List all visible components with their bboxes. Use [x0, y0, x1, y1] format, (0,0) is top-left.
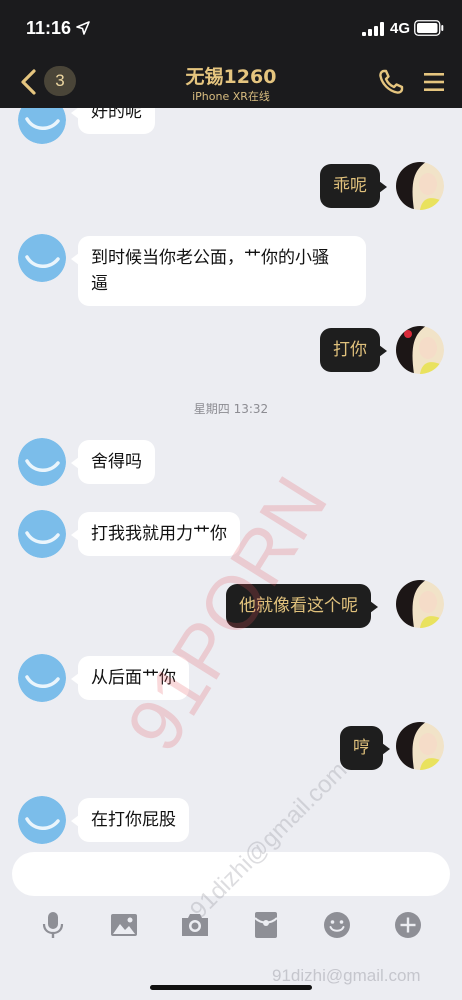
message-bubble[interactable]: 打我我就用力艹你 — [71, 512, 240, 556]
user-avatar[interactable] — [396, 722, 444, 770]
timestamp-divider: 星期四 13:32 — [193, 402, 269, 416]
nav-bar: 3 无锡1260 iPhone XR在线 — [0, 56, 462, 108]
message-input[interactable] — [12, 852, 450, 896]
chat-subtitle: iPhone XR在线 — [192, 90, 270, 103]
top-bar: 11:16 4G 3 无锡1260 iPhone XR在线 — [0, 0, 462, 108]
unread-badge: 3 — [44, 66, 76, 96]
emoji-icon[interactable] — [322, 910, 352, 940]
input-toolbar — [0, 906, 462, 950]
back-button[interactable]: 3 — [14, 64, 82, 98]
location-arrow-icon — [76, 21, 90, 35]
contact-avatar[interactable] — [18, 796, 66, 844]
battery-icon — [414, 20, 444, 36]
contact-avatar[interactable] — [18, 510, 66, 558]
user-avatar[interactable] — [396, 326, 444, 374]
contact-avatar[interactable] — [18, 108, 66, 144]
message-bubble[interactable]: 在打你屁股 — [71, 798, 189, 842]
message-bubble[interactable]: 好的呢 — [71, 108, 155, 134]
home-indicator[interactable] — [150, 985, 312, 990]
message-list[interactable]: 好的呢 乖呢 到时候当你老公面，艹你的小骚 逼 打你 星期四 13:32 舍得吗 — [0, 108, 462, 848]
camera-icon[interactable] — [180, 910, 210, 940]
message-bubble[interactable]: 舍得吗 — [71, 440, 155, 484]
user-avatar[interactable] — [396, 580, 444, 628]
plus-icon[interactable] — [393, 910, 423, 940]
message-bubble[interactable]: 他就像看这个呢 — [226, 584, 378, 628]
contact-avatar[interactable] — [18, 438, 66, 486]
user-avatar[interactable] — [396, 162, 444, 210]
message-bubble[interactable]: 哼 — [340, 726, 390, 770]
contact-avatar[interactable] — [18, 234, 66, 282]
back-chevron-icon — [21, 69, 36, 95]
message-bubble[interactable]: 从后面艹你 — [71, 656, 189, 700]
menu-icon[interactable] — [422, 70, 446, 94]
watermark-email-bottom: 91dizhi@gmail.com — [272, 966, 421, 985]
network-type: 4G — [390, 20, 411, 37]
microphone-icon[interactable] — [38, 910, 68, 940]
contact-avatar[interactable] — [18, 654, 66, 702]
phone-icon[interactable] — [377, 68, 405, 96]
message-bubble[interactable]: 打你 — [320, 328, 387, 372]
message-bubble[interactable]: 到时候当你老公面，艹你的小骚 逼 — [71, 236, 366, 306]
red-packet-icon[interactable] — [251, 910, 281, 940]
chat-title: 无锡1260 — [185, 66, 277, 88]
message-bubble[interactable]: 乖呢 — [320, 164, 387, 208]
signal-bars-icon — [362, 22, 384, 36]
status-bar: 11:16 4G — [0, 0, 462, 56]
status-time: 11:16 — [26, 18, 72, 38]
image-icon[interactable] — [109, 910, 139, 940]
